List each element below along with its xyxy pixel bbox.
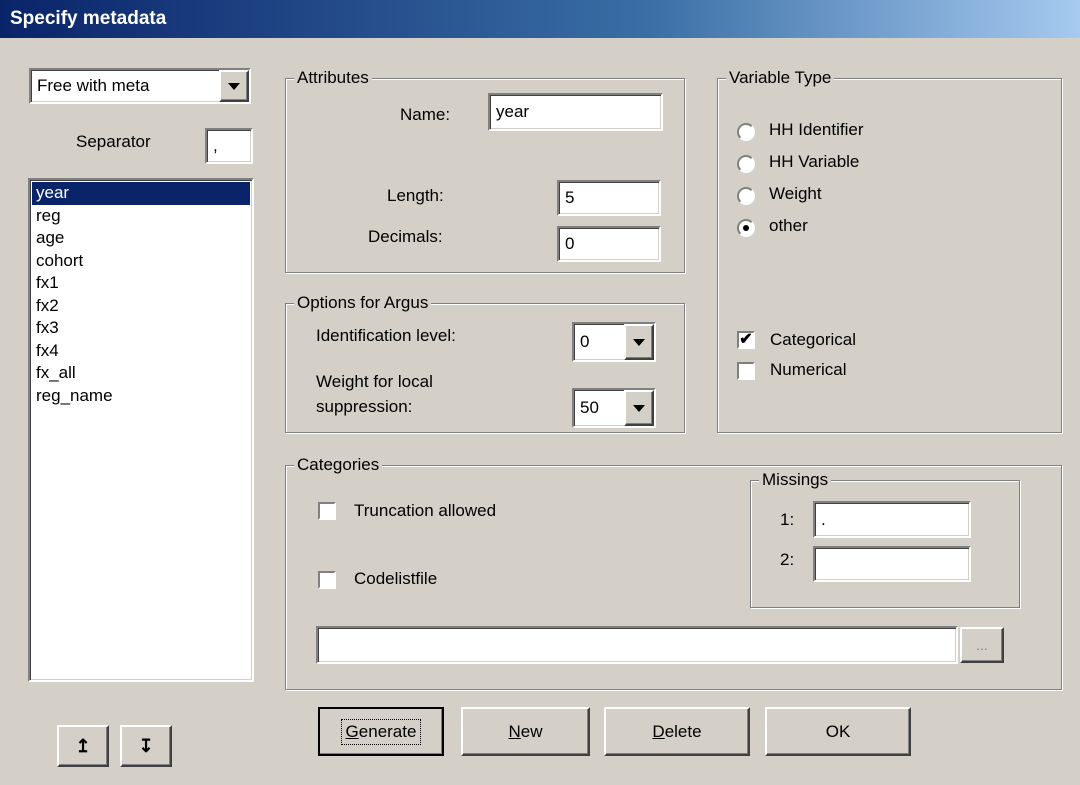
- chevron-down-icon: [228, 82, 240, 90]
- id-level-dropdown-button[interactable]: [624, 324, 654, 360]
- missing1-input[interactable]: .: [813, 501, 971, 538]
- list-item[interactable]: cohort: [32, 250, 250, 273]
- generate-button[interactable]: Generate: [318, 707, 444, 756]
- name-value: year: [496, 102, 530, 121]
- radio-other[interactable]: [737, 219, 755, 237]
- check-icon: ✔: [739, 331, 753, 348]
- missing2-label: 2:: [780, 550, 795, 569]
- radio-hh-variable[interactable]: [737, 155, 755, 173]
- list-item[interactable]: fx4: [32, 340, 250, 363]
- weight-dropdown-button[interactable]: [624, 390, 654, 426]
- move-down-button[interactable]: ↧: [120, 725, 172, 767]
- id-level-dropdown[interactable]: 0: [572, 322, 656, 362]
- format-dropdown[interactable]: Free with meta: [29, 68, 251, 104]
- generate-label: Generate: [340, 718, 422, 745]
- ok-label: OK: [825, 721, 851, 741]
- id-level-label: Identification level:: [316, 326, 456, 345]
- radio-dot: [743, 225, 749, 231]
- missing1-value: .: [821, 509, 826, 529]
- length-label: Length:: [387, 186, 444, 205]
- categories-legend: Categories: [294, 455, 383, 475]
- length-value: 5: [565, 188, 575, 207]
- separator-input[interactable]: ,: [205, 128, 253, 164]
- separator-label: Separator: [76, 132, 151, 151]
- truncation-checkbox[interactable]: [318, 502, 336, 520]
- weight-value: 50: [580, 398, 599, 417]
- arrow-up-icon: ↥: [75, 735, 91, 756]
- list-item[interactable]: year: [32, 182, 250, 205]
- browse-label: ...: [976, 637, 988, 653]
- list-item[interactable]: fx1: [32, 272, 250, 295]
- argus-legend: Options for Argus: [294, 293, 432, 313]
- codelist-checkbox[interactable]: [318, 571, 336, 589]
- missing2-input[interactable]: [813, 546, 971, 582]
- variable-type-legend: Variable Type: [726, 68, 835, 88]
- format-dropdown-button[interactable]: [219, 70, 249, 102]
- ok-button[interactable]: OK: [765, 707, 911, 756]
- decimals-input[interactable]: 0: [557, 226, 661, 262]
- categorical-label: Categorical: [770, 330, 856, 349]
- weight-label-line1: Weight for local: [316, 372, 433, 391]
- attributes-legend: Attributes: [294, 68, 372, 88]
- list-item[interactable]: age: [32, 227, 250, 250]
- name-input[interactable]: year: [488, 93, 663, 131]
- separator-value: ,: [213, 136, 218, 155]
- chevron-down-icon: [633, 338, 645, 346]
- variable-list-items: year reg age cohort fx1 fx2 fx3 fx4 fx_all reg_na…: [32, 182, 250, 407]
- radio-label: Weight: [769, 184, 822, 203]
- new-label: New: [508, 721, 543, 741]
- chevron-down-icon: [633, 404, 645, 412]
- missing1-label: 1:: [780, 510, 795, 529]
- format-dropdown-value: Free with meta: [37, 76, 150, 95]
- radio-label: other: [769, 216, 808, 235]
- categorical-checkbox[interactable]: ✔: [737, 331, 755, 349]
- codelist-label: Codelistfile: [354, 569, 438, 588]
- radio-label: HH Identifier: [769, 120, 864, 139]
- missings-legend: Missings: [759, 470, 832, 490]
- radio-weight[interactable]: [737, 187, 755, 205]
- browse-button[interactable]: ...: [960, 627, 1004, 663]
- decimals-label: Decimals:: [368, 227, 443, 246]
- missings-group: Missings: [750, 470, 1020, 608]
- list-item[interactable]: reg: [32, 205, 250, 228]
- length-input[interactable]: 5: [557, 180, 661, 216]
- delete-button[interactable]: Delete: [604, 707, 750, 756]
- truncation-label: Truncation allowed: [354, 501, 497, 520]
- move-up-button[interactable]: ↥: [57, 725, 109, 767]
- weight-label-line2: suppression:: [316, 397, 413, 416]
- delete-label: Delete: [652, 721, 702, 741]
- radio-hh-identifier[interactable]: [737, 123, 755, 141]
- variable-list[interactable]: year reg age cohort fx1 fx2 fx3 fx4 fx_all reg_na…: [28, 178, 254, 682]
- list-item[interactable]: fx_all: [32, 362, 250, 385]
- generate-label-rest: enerate: [358, 721, 417, 741]
- list-item[interactable]: fx2: [32, 295, 250, 318]
- window-title: Specify metadata: [0, 0, 1080, 38]
- name-label: Name:: [400, 105, 451, 124]
- radio-label: HH Variable: [769, 152, 860, 171]
- weight-dropdown[interactable]: 50: [572, 388, 656, 428]
- decimals-value: 0: [565, 234, 575, 253]
- codelist-path-input[interactable]: [316, 626, 958, 664]
- list-item[interactable]: fx3: [32, 317, 250, 340]
- numerical-label: Numerical: [770, 360, 847, 379]
- list-item[interactable]: reg_name: [32, 385, 250, 408]
- numerical-checkbox[interactable]: [737, 362, 755, 380]
- arrow-down-icon: ↧: [138, 735, 154, 756]
- id-level-value: 0: [580, 332, 590, 351]
- new-button[interactable]: New: [461, 707, 590, 756]
